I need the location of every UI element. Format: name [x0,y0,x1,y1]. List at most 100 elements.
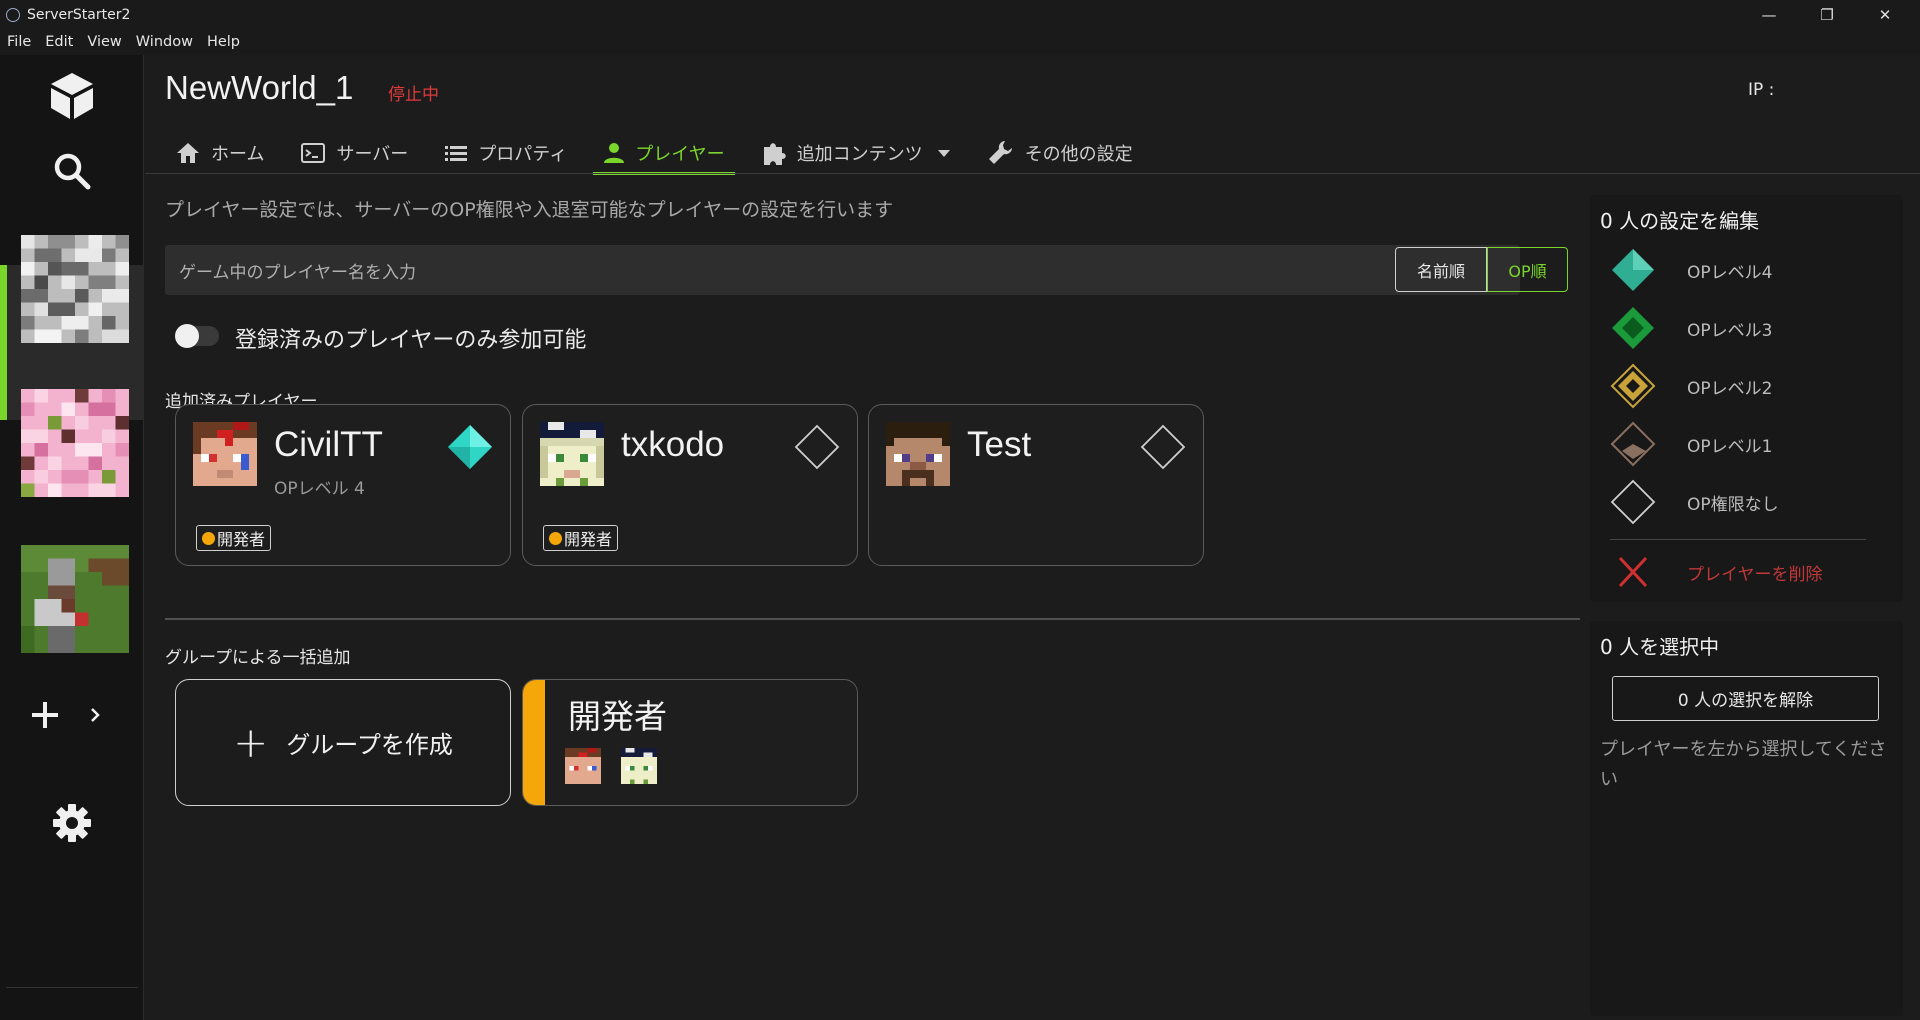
sidebar [0,55,144,1020]
tab-server-label: サーバー [336,144,409,165]
selection-hint: プレイヤーを左から選択してください [1600,739,1887,790]
menu-edit[interactable]: Edit [38,34,80,50]
world-thumbnail-cherry[interactable] [21,389,129,497]
tab-bar: ホーム サーバー プロパティ プレイヤー 追加コンテンツ その他の設定 [165,133,1159,175]
app-icon [6,7,20,22]
tab-home[interactable]: ホーム [165,133,274,173]
tab-other-settings[interactable]: その他の設定 [977,133,1143,173]
op-level-1-option[interactable]: OPレベル1 [1610,419,1890,469]
settings-button[interactable] [0,793,144,853]
selection-panel-title: 0 人を選択中 [1600,635,1720,659]
main-content: NewWorld_1 停止中 IP : ホーム サーバー プロパティ プレイヤー… [145,55,1920,1020]
edit-settings-panel: 0 人の設定を編集 OPレベル4 OPレベル3 OPレベル2 OPレベル1 OP… [1590,195,1903,602]
create-group-button[interactable]: + グループを作成 [175,679,511,806]
home-icon [177,143,199,163]
world-thumbnail-pillager[interactable] [21,545,129,653]
cube-icon [51,73,93,119]
tab-players-label: プレイヤー [635,144,725,165]
page-description: プレイヤー設定では、サーバーのOP権限や入退室可能なプレイヤーの設定を行います [165,199,894,221]
group-add-heading: グループによる一括追加 [165,648,351,668]
menu-view[interactable]: View [80,34,128,50]
logo-button[interactable] [0,65,144,127]
world-name: NewWorld_1 [165,69,354,106]
group-card[interactable]: 開発者 [522,679,858,806]
close-icon [1618,556,1648,588]
group-color-bar [523,680,545,805]
group-color-dot [549,531,562,545]
tab-server[interactable]: サーバー [290,133,418,173]
selected-world-indicator [0,265,7,420]
group-tag-label: 開発者 [217,530,266,549]
tab-addons[interactable]: 追加コンテンツ [751,133,961,173]
sort-by-op-button[interactable]: OP順 [1487,247,1568,292]
no-op-diamond-icon [1610,479,1656,525]
no-op-diamond-icon [1140,424,1186,470]
whitelist-label: 登録済みのプレイヤーのみ参加可能 [235,328,587,353]
op-level-3-option[interactable]: OPレベル3 [1610,303,1890,353]
restore-button[interactable]: ❐ [1798,0,1856,29]
window-title: ServerStarter2 [27,6,131,23]
server-status: 停止中 [388,85,439,105]
no-op-label: OP権限なし [1687,494,1779,515]
sidebar-divider [6,987,138,988]
group-color-dot [202,531,215,545]
tab-properties-label: プロパティ [478,144,568,165]
create-group-label: グループを作成 [286,731,453,759]
no-op-diamond-icon [794,424,840,470]
op-level-4-diamond-icon [1612,249,1654,291]
delete-player-label: プレイヤーを削除 [1687,564,1823,585]
tab-players[interactable]: プレイヤー [593,133,736,175]
player-avatar [193,422,257,486]
sort-toggle: 名前順 OP順 [1395,247,1568,292]
tab-other-settings-label: その他の設定 [1024,144,1133,165]
player-card[interactable]: CivilTT OPレベル 4 開発者 [175,404,511,566]
group-member-avatar [621,748,657,784]
world-thumbnail-newworld[interactable] [21,235,129,343]
op-level-1-diamond-icon [1610,421,1656,467]
op-level-4-diamond-icon [448,425,492,469]
tab-addons-label: 追加コンテンツ [796,144,923,165]
menu-file[interactable]: File [0,34,38,50]
group-name: 開発者 [568,697,667,736]
op-level-3-diamond-icon [1612,307,1654,349]
op-level-1-label: OPレベル1 [1687,436,1773,457]
player-card[interactable]: txkodo 開発者 [522,404,858,566]
plus-icon [32,702,58,728]
op-level-2-diamond-icon [1610,363,1656,409]
plus-icon: + [233,718,269,767]
edit-panel-title: 0 人の設定を編集 [1600,209,1760,233]
chevron-down-icon [937,150,950,157]
op-level-4-option[interactable]: OPレベル4 [1610,245,1890,295]
wrench-icon [988,141,1012,164]
op-level-2-option[interactable]: OPレベル2 [1610,361,1890,411]
player-op-level: OPレベル 4 [274,479,365,499]
no-op-option[interactable]: OP権限なし [1610,477,1890,527]
list-icon [445,146,468,161]
sort-by-name-button[interactable]: 名前順 [1395,247,1487,292]
selection-panel: 0 人を選択中 0 人の選択を解除 プレイヤーを左から選択してください [1590,621,1903,1016]
menu-window[interactable]: Window [129,34,200,50]
gear-icon [53,804,91,842]
search-icon [54,153,91,190]
tab-properties[interactable]: プロパティ [434,133,577,173]
expand-sidebar-button[interactable] [80,685,110,745]
op-level-2-label: OPレベル2 [1687,378,1773,399]
group-tag: 開発者 [543,525,619,551]
deselect-button[interactable]: 0 人の選択を解除 [1612,676,1879,721]
op-level-3-label: OPレベル3 [1687,320,1773,341]
player-card[interactable]: Test [868,404,1204,566]
search-button[interactable] [0,140,144,202]
tab-underline [145,173,1920,174]
minimize-button[interactable]: — [1740,0,1798,29]
close-button[interactable]: ✕ [1856,0,1914,29]
player-name: Test [967,425,1032,464]
whitelist-toggle[interactable] [175,324,219,348]
menu-help[interactable]: Help [200,34,247,50]
section-divider [165,618,1580,620]
player-search-input[interactable]: ゲーム中のプレイヤー名を入力 [165,245,1520,295]
delete-player-button[interactable]: プレイヤーを削除 [1610,547,1890,597]
chevron-right-icon [91,708,100,722]
menu-bar: File Edit View Window Help [0,29,1920,55]
group-tag: 開発者 [196,525,272,551]
player-avatar [886,422,950,486]
